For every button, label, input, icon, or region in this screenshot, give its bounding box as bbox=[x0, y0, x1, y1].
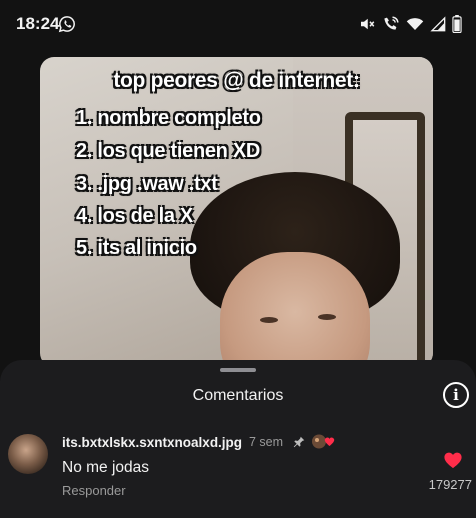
eye-left bbox=[260, 317, 278, 323]
overlay-item: 2. los que tienen XD bbox=[76, 140, 261, 162]
creator-liked-icon bbox=[312, 434, 335, 449]
comment-username[interactable]: its.bxtxlskx.sxntxnoalxd.jpg bbox=[62, 435, 242, 450]
avatar[interactable] bbox=[8, 434, 48, 474]
eye-right bbox=[318, 314, 336, 320]
reply-button[interactable]: Responder bbox=[62, 483, 126, 498]
video-player[interactable]: top peores @ de internet: 1. nombre comp… bbox=[40, 57, 433, 367]
battery-icon bbox=[452, 15, 462, 33]
wifi-calling-icon bbox=[384, 16, 399, 30]
heart-icon[interactable] bbox=[443, 451, 463, 469]
status-icons bbox=[358, 15, 462, 33]
comment-time: 7 sem bbox=[249, 435, 284, 449]
person-face bbox=[220, 252, 370, 367]
overlay-item: 4. los de la X bbox=[76, 205, 193, 227]
mute-icon bbox=[361, 18, 375, 30]
like-count: 179277 bbox=[428, 477, 472, 492]
info-icon[interactable]: i bbox=[443, 382, 469, 408]
wifi-icon bbox=[406, 18, 424, 30]
comments-title: Comentarios bbox=[192, 387, 284, 404]
overlay-title: top peores @ de internet: bbox=[113, 69, 360, 92]
overlay-item: 3. .jpg .waw .txt bbox=[76, 173, 218, 195]
overlay-item: 5. its al inicio bbox=[76, 237, 197, 259]
signal-icon bbox=[430, 16, 446, 32]
overlay-item: 1. nombre completo bbox=[76, 107, 261, 129]
status-time: 18:24 bbox=[16, 14, 60, 33]
drag-handle[interactable] bbox=[220, 368, 256, 372]
comment-text: No me jodas bbox=[62, 459, 150, 476]
pin-icon bbox=[293, 436, 305, 448]
status-bar: 18:24 bbox=[0, 0, 476, 52]
whatsapp-icon bbox=[58, 16, 75, 33]
